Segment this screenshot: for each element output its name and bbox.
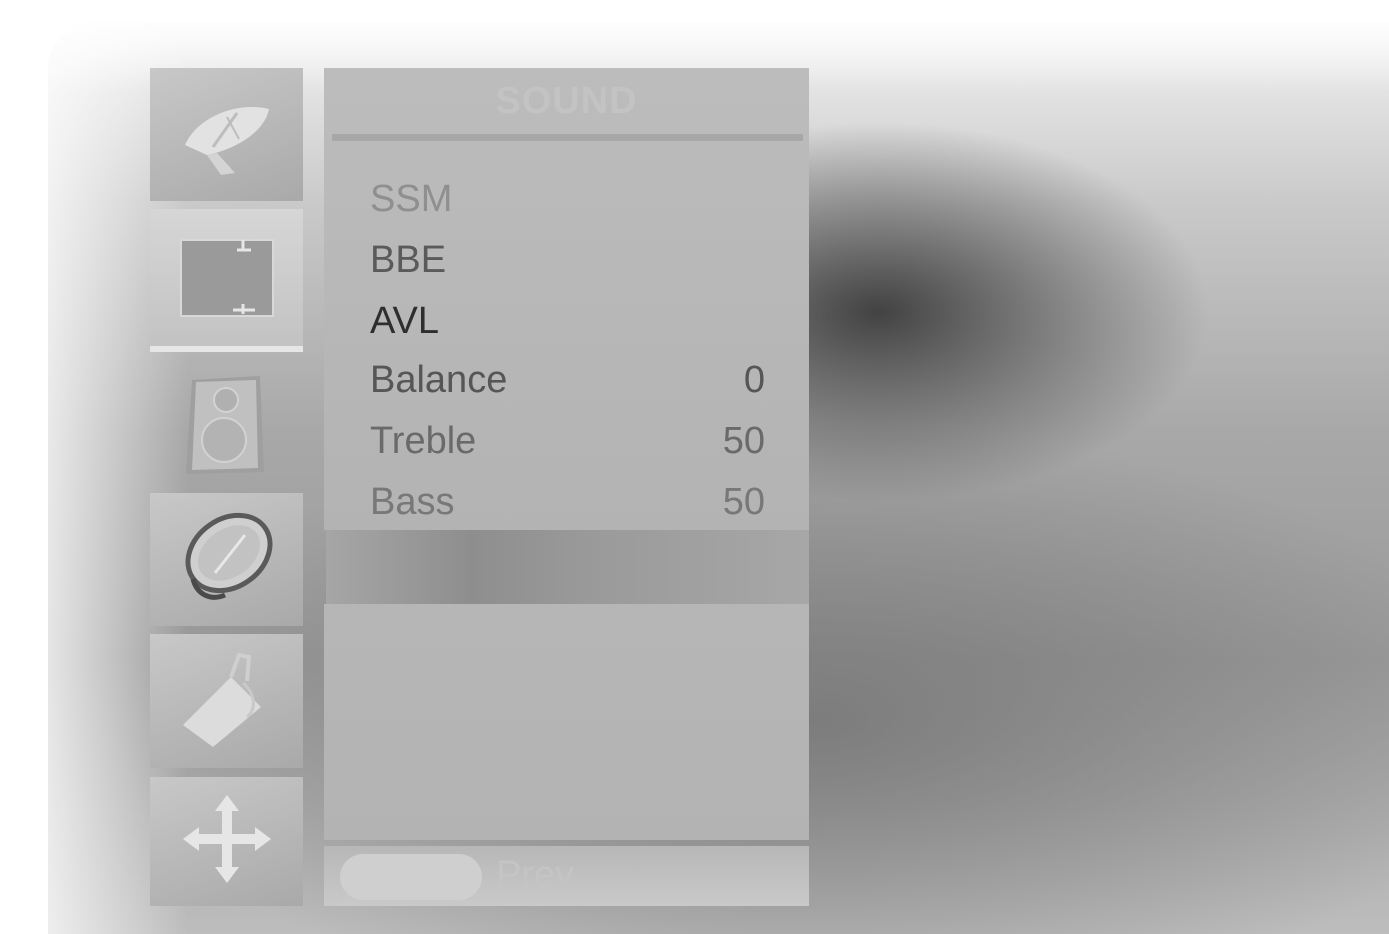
menu-empty-area [324,604,809,840]
clock-icon [175,507,279,612]
menu-item-bbe[interactable]: BBE [370,235,765,285]
selection-highlight-bar[interactable] [326,530,809,604]
menu-item-label: SSM [370,178,453,220]
sidebar-item-special[interactable] [150,634,303,768]
menu-icon-sidebar [150,68,303,906]
picture-icon [179,236,275,325]
sidebar-item-screen[interactable] [150,777,303,906]
menu-item-ssm[interactable]: SSM [370,174,765,224]
tools-icon [177,647,277,756]
menu-item-value: 50 [722,420,765,462]
menu-item-label: BBE [370,239,447,281]
move-arrows-icon [179,791,275,892]
menu-title: SOUND [495,80,638,122]
menu-item-label: Treble [370,420,477,462]
menu-item-treble[interactable]: Treble 50 [370,416,765,466]
menu-item-balance[interactable]: Balance 0 [370,355,765,405]
menu-item-label: Balance [370,359,508,401]
menu-item-label: AVL [370,300,440,342]
menu-item-value: 50 [722,481,765,523]
prev-button[interactable] [340,854,482,900]
menu-item-bass[interactable]: Bass 50 [370,477,765,527]
menu-footer: Prev. [324,846,809,906]
sidebar-item-picture[interactable] [150,209,303,352]
speaker-icon [182,372,272,481]
title-divider [332,134,803,141]
sound-menu-panel: SOUND SSM BBE AVL Balance 0 Treble 50 Ba… [324,68,809,530]
sidebar-item-channel[interactable] [150,68,303,201]
menu-item-label: Bass [370,481,455,523]
menu-item-avl[interactable]: AVL [370,296,765,346]
sidebar-item-time[interactable] [150,493,303,626]
satellite-dish-icon [177,87,277,182]
sidebar-item-sound[interactable] [150,360,303,493]
menu-item-value: 0 [743,359,765,401]
prev-label: Prev. [496,854,582,896]
